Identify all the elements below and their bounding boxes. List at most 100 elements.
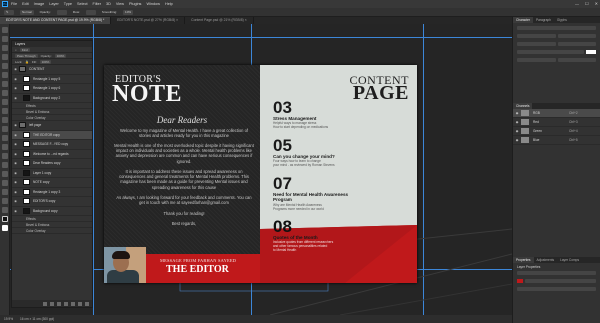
tab-channels[interactable]: Channels	[513, 103, 533, 109]
tracking-input[interactable]	[517, 50, 584, 54]
font-size-input[interactable]	[557, 34, 596, 38]
opacity-input[interactable]	[56, 9, 67, 15]
layer-row[interactable]: ◉ MESSAGE F...YED copy	[12, 140, 92, 150]
close-button[interactable]: ✕	[595, 1, 598, 6]
healing-tool-icon[interactable]	[2, 90, 8, 96]
eye-icon[interactable]: ◉	[513, 111, 521, 115]
baseline-input[interactable]	[557, 58, 596, 62]
channel-row[interactable]: ◉ Blue Ctrl+5	[513, 136, 600, 145]
menu-view[interactable]: View	[116, 2, 124, 6]
smoothing-input[interactable]: 10%	[123, 9, 134, 15]
dodge-tool-icon[interactable]	[2, 153, 8, 159]
layer-group-row[interactable]: ◉ CONTENT	[12, 65, 92, 75]
eye-icon[interactable]: ◉	[12, 133, 19, 137]
move-tool-icon[interactable]	[2, 27, 8, 33]
layer-row[interactable]: ◉ Welcome to ...ed regards	[12, 150, 92, 159]
tab-editors-note[interactable]: EDITOR'S NOTE.psd @ 27% (RGB/8) ×	[111, 17, 186, 24]
add-style-icon[interactable]	[50, 301, 54, 306]
eye-icon[interactable]: ◉	[12, 152, 19, 156]
frame-tool-icon[interactable]	[2, 72, 8, 78]
eye-icon[interactable]: ◉	[12, 67, 19, 71]
eye-icon[interactable]: ◉	[12, 96, 19, 100]
eye-icon[interactable]: ◉	[12, 190, 19, 194]
layer-kind-select[interactable]: Kind	[19, 47, 30, 52]
layer-row[interactable]: ◉ Rectangle 1 copy 5	[12, 75, 92, 84]
layer-row[interactable]: ◉ Layer 1 copy	[12, 169, 92, 178]
quick-select-tool-icon[interactable]	[2, 54, 8, 60]
tab-adjustments[interactable]: Adjustments	[534, 257, 558, 263]
font-style-select[interactable]	[517, 34, 556, 38]
lock-icon[interactable]: 🔒	[25, 60, 29, 64]
marquee-tool-icon[interactable]	[2, 36, 8, 42]
lasso-tool-icon[interactable]	[2, 45, 8, 51]
channel-row[interactable]: ◉ Red Ctrl+3	[513, 118, 600, 127]
zoom-level[interactable]: 19.9%	[4, 317, 13, 321]
font-family-select[interactable]	[517, 26, 596, 30]
layer-row[interactable]: ◉ Background copy	[12, 207, 92, 216]
maximize-button[interactable]: ☐	[585, 1, 589, 6]
brush-tool-icon[interactable]: ✎	[4, 9, 14, 15]
background-color-swatch[interactable]	[2, 225, 8, 231]
minimize-button[interactable]: —	[575, 1, 579, 6]
trash-icon[interactable]	[85, 301, 89, 306]
adjustment-layer-icon[interactable]	[64, 301, 68, 306]
tab-glyphs[interactable]: Glyphs	[554, 17, 570, 23]
tab-editors-note-and-content-page[interactable]: EDITOR'S NOTE AND CONTENT PAGE.psd @ 19.…	[0, 17, 112, 24]
eye-icon[interactable]: ◉	[12, 171, 19, 175]
menu-3d[interactable]: 3D	[106, 2, 111, 6]
eye-icon[interactable]: ◉	[12, 142, 19, 146]
stamp-tool-icon[interactable]	[2, 108, 8, 114]
tab-paragraph[interactable]: Paragraph	[533, 17, 554, 23]
path-select-tool-icon[interactable]	[2, 180, 8, 186]
property-field[interactable]	[517, 271, 596, 275]
menu-edit[interactable]: Edit	[22, 2, 29, 6]
layer-row[interactable]: ◉ THE EDITOR copy	[12, 130, 92, 140]
gradient-tool-icon[interactable]	[2, 135, 8, 141]
eye-icon[interactable]: ◉	[12, 180, 19, 184]
eye-icon[interactable]: ◉	[12, 209, 19, 213]
menu-filter[interactable]: Filter	[93, 2, 101, 6]
pen-tool-icon[interactable]	[2, 162, 8, 168]
layer-row[interactable]: ◉ Rectangle 1 copy 6	[12, 84, 92, 94]
channel-row[interactable]: ◉ Green Ctrl+4	[513, 127, 600, 136]
blur-tool-icon[interactable]	[2, 144, 8, 150]
eye-icon[interactable]: ◉	[513, 138, 521, 142]
tab-character[interactable]: Character	[513, 17, 533, 23]
eraser-tool-icon[interactable]	[2, 126, 8, 132]
eye-icon[interactable]: ◉	[12, 199, 19, 203]
layer-row[interactable]: ◉ Rectangle 1 copy 3	[12, 188, 92, 197]
menu-file[interactable]: File	[11, 2, 17, 6]
tab-properties[interactable]: Properties	[513, 257, 534, 263]
new-group-icon[interactable]	[71, 301, 75, 306]
property-color-swatch[interactable]	[517, 279, 523, 283]
eyedropper-tool-icon[interactable]	[2, 81, 8, 87]
menu-layer[interactable]: Layer	[49, 2, 59, 6]
link-layers-icon[interactable]	[43, 301, 47, 306]
magazine-spread[interactable]: EDITOR'S NOTE Dear Readers Welcome to my…	[104, 65, 417, 283]
layer-row[interactable]: ◉ Dear Readers copy	[12, 159, 92, 169]
menu-type[interactable]: Type	[64, 2, 72, 6]
eye-icon[interactable]: ◉	[513, 120, 521, 124]
history-brush-tool-icon[interactable]	[2, 117, 8, 123]
layer-opacity-input[interactable]: 100%	[54, 53, 67, 58]
flow-input[interactable]	[85, 9, 96, 15]
layer-group-row[interactable]: ◉ left page	[12, 121, 92, 131]
blend-mode-select[interactable]: Normal	[20, 9, 34, 15]
property-field[interactable]	[525, 279, 596, 283]
layer-row[interactable]: ◉ NOTE copy	[12, 178, 92, 188]
layer-blend-mode-select[interactable]: Pass Through	[15, 53, 38, 58]
layer-row[interactable]: ◉ EDITOR'S copy	[12, 197, 92, 207]
layer-row[interactable]: ◉ Background copy 2	[12, 94, 92, 103]
menu-plugins[interactable]: Plugins	[129, 2, 141, 6]
zoom-tool-icon[interactable]	[2, 207, 8, 213]
foreground-color-swatch[interactable]	[2, 216, 8, 222]
layer-fill-input[interactable]: 100%	[39, 59, 52, 64]
add-mask-icon[interactable]	[57, 301, 61, 306]
tab-content-page[interactable]: Content Page.psd @ 21% (RGB/8) ×	[185, 17, 254, 24]
property-field[interactable]	[517, 287, 596, 291]
menu-image[interactable]: Image	[34, 2, 45, 6]
eye-icon[interactable]: ◉	[513, 129, 521, 133]
channel-row[interactable]: ◉ RGB Ctrl+2	[513, 109, 600, 118]
brush-tool-icon[interactable]	[2, 99, 8, 105]
leading-input[interactable]	[517, 42, 556, 46]
